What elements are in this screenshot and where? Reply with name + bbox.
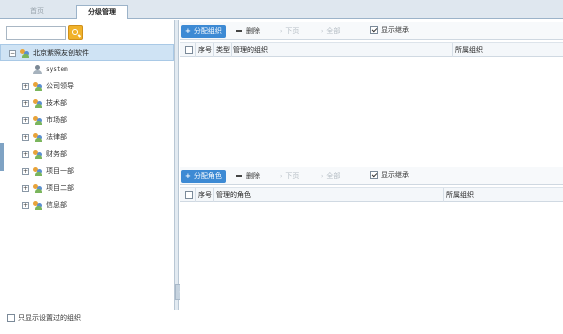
expand-icon[interactable]: + [22,151,29,158]
only-configured-orgs-checkbox[interactable] [7,314,15,322]
expand-icon[interactable]: + [22,168,29,175]
tree-node-label: 财务部 [46,150,67,158]
tree-node-label: 信息部 [46,201,67,209]
minus-icon [236,175,242,177]
left-collapse-handle[interactable] [0,143,4,171]
role-assignment-panel: + 分配角色 删除 › 下页 › 全部 显示继承 序号 管理的角色 所属组织 [180,167,563,310]
tree-node-department[interactable]: + 项目二部 [0,180,174,197]
role-toolbar: + 分配角色 删除 › 下页 › 全部 显示继承 [180,167,563,185]
column-header: 管理的角色 [216,191,251,199]
tree-node-label: 项目二部 [46,184,74,192]
org-group-icon [33,184,43,193]
show-inherit-checkbox[interactable] [370,26,378,34]
column-header: 所属组织 [446,191,474,199]
collapse-icon[interactable]: − [9,50,16,57]
expand-icon[interactable]: + [22,100,29,107]
arrow-right-icon: › [321,173,324,180]
arrow-right-icon: › [321,28,324,35]
org-group-icon [33,167,43,176]
role-grid-header: 序号 管理的角色 所属组织 [180,187,563,202]
tree-node-user[interactable]: system [0,61,174,78]
delete-org-button[interactable]: 删除 [236,25,260,38]
arrow-right-icon: › [280,28,283,35]
column-header: 管理的组织 [233,46,268,54]
tree-search-input[interactable] [6,26,66,40]
tree-node-department[interactable]: + 公司领导 [0,78,174,95]
tab-home[interactable]: 首页 [24,5,54,19]
expand-icon[interactable]: + [22,185,29,192]
all-button[interactable]: › 全部 [321,170,340,183]
tree-node-label: 公司领导 [46,82,74,90]
tree-node-label: system [46,66,68,73]
tree-node-root[interactable]: − 北京紫照友创软件 [0,44,174,61]
plus-icon: + [185,27,191,35]
org-group-icon [20,49,30,58]
delete-role-button[interactable]: 删除 [236,170,260,183]
minus-icon [236,30,242,32]
column-header: 类型 [216,46,230,54]
tree-node-department[interactable]: + 法律部 [0,129,174,146]
tree-node-department[interactable]: + 市场部 [0,112,174,129]
tree-node-label: 北京紫照友创软件 [33,49,89,57]
panel-splitter[interactable]: ‹ [175,20,187,310]
org-toolbar: + 分配组织 删除 › 下页 › 全部 显示继承 [180,22,563,40]
tree-node-label: 法律部 [46,133,67,141]
arrow-right-icon: › [280,173,283,180]
user-icon [33,65,43,74]
all-button[interactable]: › 全部 [321,25,340,38]
tab-hierarchical-management[interactable]: 分级管理 [76,5,128,19]
show-inherit-label: 显示继承 [381,171,409,179]
plus-icon: + [185,172,191,180]
expand-icon[interactable]: + [22,202,29,209]
tree-node-department[interactable]: + 财务部 [0,146,174,163]
show-inherit-checkbox[interactable] [370,171,378,179]
only-configured-orgs-label: 只显示设置过的组织 [18,314,81,322]
next-page-button[interactable]: › 下页 [280,25,299,38]
assign-role-button[interactable]: + 分配角色 [181,170,226,183]
column-header: 序号 [198,191,212,199]
org-group-icon [33,201,43,210]
org-assignment-panel: + 分配组织 删除 › 下页 › 全部 显示继承 序号 类型 管理的组织 所属组织 [180,22,563,164]
tree-node-label: 市场部 [46,116,67,124]
tree-footer: 只显示设置过的组织 [0,310,175,334]
tree-node-label: 项目一部 [46,167,74,175]
org-group-icon [33,116,43,125]
expand-icon[interactable]: + [22,117,29,124]
org-group-icon [33,82,43,91]
expand-icon[interactable]: + [22,134,29,141]
select-all-checkbox[interactable] [185,191,193,199]
assign-org-button[interactable]: + 分配组织 [181,25,226,38]
tree-node-department[interactable]: + 技术部 [0,95,174,112]
column-header: 所属组织 [455,46,483,54]
org-group-icon [33,99,43,108]
org-tree: − 北京紫照友创软件 system + 公司领导 + 技术部 + 市场部 + 法… [0,44,174,214]
tree-node-department[interactable]: + 信息部 [0,197,174,214]
tree-node-department[interactable]: + 项目一部 [0,163,174,180]
org-group-icon [33,150,43,159]
org-group-icon [33,133,43,142]
org-grid-header: 序号 类型 管理的组织 所属组织 [180,42,563,57]
search-button[interactable] [68,25,83,40]
next-page-button[interactable]: › 下页 [280,170,299,183]
column-header: 序号 [198,46,212,54]
tree-node-label: 技术部 [46,99,67,107]
expand-icon[interactable]: + [22,83,29,90]
show-inherit-label: 显示继承 [381,26,409,34]
top-tab-bar: 首页 分级管理 [0,0,563,19]
select-all-checkbox[interactable] [185,46,193,54]
org-tree-panel: − 北京紫照友创软件 system + 公司领导 + 技术部 + 市场部 + 法… [0,20,175,310]
